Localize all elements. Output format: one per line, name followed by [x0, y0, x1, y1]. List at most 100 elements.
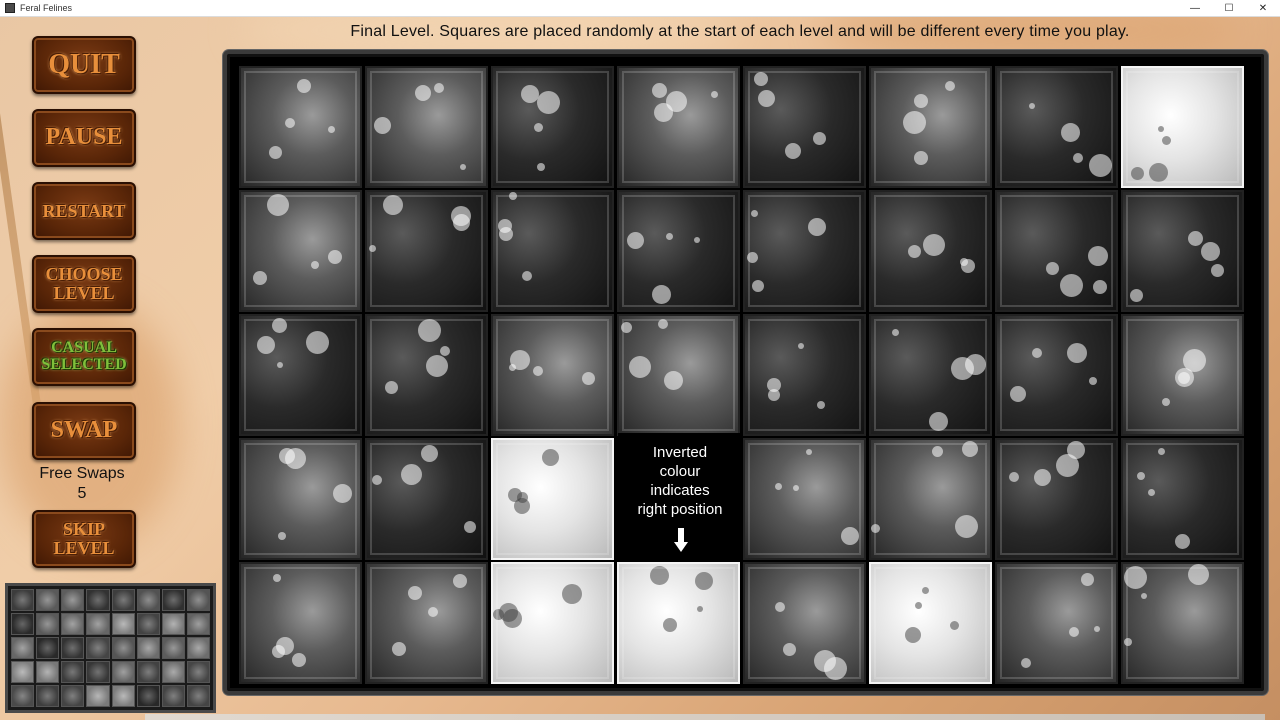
puzzle-tile[interactable]	[743, 190, 866, 312]
minimap-cell	[86, 613, 110, 635]
puzzle-tile[interactable]	[995, 190, 1118, 312]
puzzle-tile[interactable]	[869, 66, 992, 188]
puzzle-tile[interactable]	[365, 314, 488, 436]
tile-texture-speck	[1183, 349, 1206, 372]
tile-texture-speck	[697, 606, 703, 612]
puzzle-tile[interactable]	[995, 314, 1118, 436]
puzzle-tile[interactable]	[1121, 314, 1244, 436]
puzzle-tile[interactable]	[1121, 562, 1244, 684]
pause-button[interactable]: PAUSE	[32, 109, 136, 167]
minimap-cell	[11, 589, 35, 611]
puzzle-tile[interactable]	[491, 438, 614, 560]
tile-texture-speck	[311, 261, 319, 269]
hint-line-4: right position	[637, 501, 723, 518]
tile-texture-speck	[509, 364, 516, 371]
tile-texture-speck	[914, 94, 928, 108]
tile-texture-speck	[534, 123, 543, 132]
puzzle-tile[interactable]	[365, 438, 488, 560]
minimap-cell	[61, 613, 85, 635]
tile-texture-speck	[1175, 368, 1194, 387]
puzzle-tile[interactable]	[869, 562, 992, 684]
puzzle-tile[interactable]	[995, 438, 1118, 560]
restart-button[interactable]: RESTART	[32, 182, 136, 240]
puzzle-tile[interactable]	[617, 562, 740, 684]
tile-texture-speck	[1124, 566, 1147, 589]
puzzle-tile[interactable]	[491, 66, 614, 188]
puzzle-board	[223, 50, 1268, 695]
puzzle-tile[interactable]	[869, 438, 992, 560]
puzzle-tile[interactable]	[239, 438, 362, 560]
tile-texture-speck	[908, 245, 921, 258]
puzzle-tile[interactable]	[239, 190, 362, 312]
puzzle-tile[interactable]	[1121, 66, 1244, 188]
tile-texture-speck	[1021, 658, 1031, 668]
tile-texture-speck	[929, 412, 948, 431]
level-instruction: Final Level. Squares are placed randomly…	[350, 23, 1130, 40]
puzzle-tile[interactable]	[869, 190, 992, 312]
minimap-cell	[61, 685, 85, 707]
tile-texture-speck	[892, 329, 899, 336]
tile-texture-speck	[1094, 626, 1100, 632]
tile-texture-speck	[1188, 231, 1203, 246]
choose-level-label-1: CHOOSE	[45, 264, 123, 285]
quit-button[interactable]: QUIT	[32, 36, 136, 94]
choose-level-button[interactable]: CHOOSE LEVEL	[32, 255, 136, 313]
window-controls: — ☐ ✕	[1178, 0, 1280, 17]
minimap-cell	[111, 613, 135, 635]
puzzle-tile[interactable]	[1121, 438, 1244, 560]
minimap-cell	[11, 661, 35, 683]
puzzle-tile[interactable]	[1121, 190, 1244, 312]
tile-texture-speck	[493, 609, 504, 620]
puzzle-tile[interactable]	[365, 66, 488, 188]
puzzle-tile[interactable]	[365, 190, 488, 312]
skip-level-button[interactable]: SKIP LEVEL	[32, 510, 136, 568]
tile-texture-speck	[408, 586, 422, 600]
tile-texture-speck	[426, 355, 448, 377]
tile-texture-speck	[392, 642, 406, 656]
minimize-button[interactable]: —	[1178, 0, 1212, 17]
tile-texture-speck	[783, 643, 796, 656]
swap-button[interactable]: SWAP	[32, 402, 136, 460]
puzzle-tile[interactable]	[365, 562, 488, 684]
tile-texture-speck	[629, 356, 651, 378]
puzzle-tile[interactable]	[995, 66, 1118, 188]
skip-level-label-1: SKIP	[62, 519, 105, 540]
puzzle-tile[interactable]	[995, 562, 1118, 684]
tile-texture-speck	[666, 91, 687, 112]
puzzle-tile[interactable]	[743, 66, 866, 188]
tile-texture-speck	[285, 118, 295, 128]
puzzle-tile[interactable]	[617, 190, 740, 312]
tile-texture-speck	[1009, 472, 1019, 482]
puzzle-tile[interactable]	[617, 314, 740, 436]
puzzle-tile[interactable]	[743, 438, 866, 560]
tile-texture-speck	[453, 574, 467, 588]
minimap-cell	[111, 661, 135, 683]
puzzle-tile[interactable]	[743, 314, 866, 436]
maximize-button[interactable]: ☐	[1212, 0, 1246, 17]
tile-texture-speck	[385, 381, 398, 394]
tile-texture-speck	[775, 602, 785, 612]
puzzle-tile[interactable]	[239, 562, 362, 684]
puzzle-tile[interactable]	[869, 314, 992, 436]
tile-texture-speck	[464, 521, 476, 533]
tile-texture-speck	[1188, 564, 1209, 585]
tile-texture-speck	[369, 245, 376, 252]
tile-texture-speck	[945, 81, 955, 91]
puzzle-tile[interactable]	[617, 66, 740, 188]
puzzle-tile[interactable]	[491, 562, 614, 684]
app-icon	[5, 3, 15, 13]
minimap-cell	[136, 661, 160, 683]
tile-texture-speck	[1056, 454, 1079, 477]
puzzle-tile[interactable]	[743, 562, 866, 684]
tile-texture-speck	[1067, 441, 1085, 459]
puzzle-tile[interactable]	[239, 314, 362, 436]
puzzle-tile[interactable]	[491, 314, 614, 436]
tile-texture-speck	[453, 214, 470, 231]
puzzle-tile[interactable]	[491, 190, 614, 312]
close-button[interactable]: ✕	[1246, 0, 1280, 17]
minimap-cell	[36, 637, 60, 659]
puzzle-tile[interactable]	[239, 66, 362, 188]
casual-mode-button[interactable]: CASUAL SELECTED	[32, 328, 136, 386]
hint-line-3: indicates	[650, 482, 710, 499]
tile-texture-speck	[1060, 274, 1083, 297]
